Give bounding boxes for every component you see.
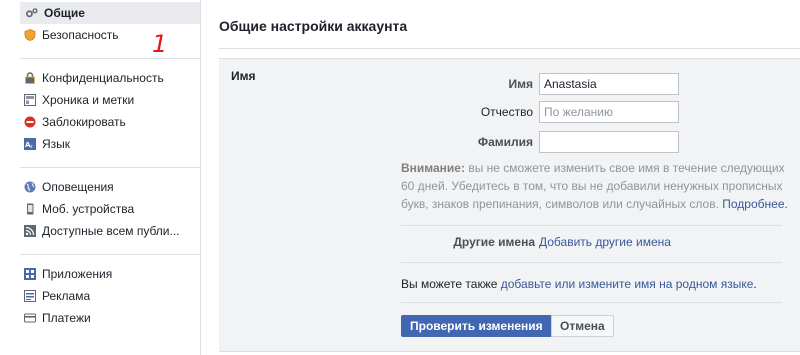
sidebar-divider bbox=[20, 167, 200, 168]
sidebar-item-language[interactable]: Az Язык bbox=[0, 133, 200, 155]
cancel-button[interactable]: Отмена bbox=[551, 315, 614, 337]
sidebar-item-label: Хроника и метки bbox=[42, 93, 135, 107]
page-title: Общие настройки аккаунта bbox=[219, 18, 408, 34]
apps-icon bbox=[24, 268, 36, 280]
first-name-input[interactable] bbox=[539, 73, 679, 95]
section-label: Имя bbox=[231, 69, 256, 83]
sidebar-item-payments[interactable]: Платежи bbox=[0, 307, 200, 329]
sidebar-item-security[interactable]: Безопасность bbox=[0, 24, 200, 46]
settings-main: Общие настройки аккаунта Имя Имя Отчеств… bbox=[201, 0, 800, 355]
sidebar-item-blocking[interactable]: Заблокировать bbox=[0, 111, 200, 133]
mobile-icon bbox=[24, 203, 36, 215]
name-change-warning: Внимание: вы не сможете изменить свое им… bbox=[401, 159, 791, 213]
name-edit-panel: Имя Имя Отчество Фамилия Внимание: вы не… bbox=[219, 58, 800, 352]
sidebar-divider bbox=[20, 58, 200, 59]
panel-divider bbox=[401, 302, 782, 303]
sidebar-group-apps: Приложения Реклама Платежи bbox=[0, 261, 200, 335]
sidebar-group-privacy: Конфиденциальность Хроника и метки Забло… bbox=[0, 65, 200, 161]
sidebar-item-label: Платежи bbox=[42, 311, 91, 325]
sidebar-item-label: Доступные всем публи... bbox=[42, 224, 180, 238]
timeline-icon bbox=[24, 94, 36, 106]
native-name-prefix: Вы можете также bbox=[401, 277, 501, 291]
sidebar-item-apps[interactable]: Приложения bbox=[0, 263, 200, 285]
sidebar-item-label: Реклама bbox=[42, 289, 91, 303]
globe-icon bbox=[24, 181, 36, 193]
sidebar-item-privacy[interactable]: Конфиденциальность bbox=[0, 67, 200, 89]
middle-name-label: Отчество bbox=[480, 105, 533, 119]
settings-sidebar: Общие Безопасность Конфиденциальность Хр… bbox=[0, 0, 201, 355]
sidebar-item-label: Оповещения bbox=[42, 180, 114, 194]
shield-icon bbox=[24, 29, 36, 41]
other-names-label: Другие имена bbox=[453, 235, 535, 249]
sidebar-item-label: Моб. устройства bbox=[42, 202, 135, 216]
ads-icon bbox=[24, 290, 36, 302]
first-name-label: Имя bbox=[508, 77, 533, 91]
svg-text:z: z bbox=[30, 144, 33, 150]
last-name-input[interactable] bbox=[539, 131, 679, 153]
sidebar-item-mobile[interactable]: Моб. устройства bbox=[0, 198, 200, 220]
sidebar-item-label: Общие bbox=[44, 6, 85, 20]
add-other-names-link[interactable]: Добавить другие имена bbox=[539, 235, 671, 249]
panel-divider bbox=[401, 262, 782, 263]
sidebar-item-label: Язык bbox=[42, 137, 71, 151]
sidebar-divider bbox=[20, 254, 200, 255]
middle-name-input[interactable] bbox=[539, 101, 679, 123]
language-icon: Az bbox=[24, 138, 36, 150]
card-icon bbox=[24, 312, 36, 324]
warning-label: Внимание: bbox=[401, 161, 465, 175]
block-icon bbox=[24, 116, 36, 128]
native-name-link[interactable]: добавьте или измените имя на родном язык… bbox=[501, 277, 754, 291]
sidebar-item-label: Заблокировать bbox=[42, 115, 126, 129]
learn-more-link[interactable]: Подробнее. bbox=[722, 197, 788, 211]
sidebar-group-account: Общие Безопасность bbox=[0, 0, 200, 52]
sidebar-item-label: Безопасность bbox=[42, 28, 119, 42]
sidebar-group-notifications: Оповещения Моб. устройства Доступные все… bbox=[0, 174, 200, 248]
title-divider bbox=[219, 48, 800, 49]
sidebar-item-notifications[interactable]: Оповещения bbox=[0, 176, 200, 198]
last-name-label: Фамилия bbox=[477, 135, 533, 149]
sidebar-item-ads[interactable]: Реклама bbox=[0, 285, 200, 307]
native-name-text: Вы можете также добавьте или измените им… bbox=[401, 277, 757, 291]
lock-icon bbox=[24, 72, 36, 84]
panel-divider bbox=[401, 225, 782, 226]
sidebar-item-general[interactable]: Общие bbox=[20, 2, 200, 24]
native-name-suffix: . bbox=[753, 277, 757, 291]
sidebar-item-label: Приложения bbox=[42, 267, 113, 281]
rss-icon bbox=[24, 225, 36, 237]
gears-icon bbox=[26, 7, 38, 19]
sidebar-item-public-posts[interactable]: Доступные всем публи... bbox=[0, 220, 200, 242]
sidebar-item-timeline[interactable]: Хроника и метки bbox=[0, 89, 200, 111]
review-changes-button[interactable]: Проверить изменения bbox=[401, 315, 552, 337]
sidebar-item-label: Конфиденциальность bbox=[42, 71, 164, 85]
